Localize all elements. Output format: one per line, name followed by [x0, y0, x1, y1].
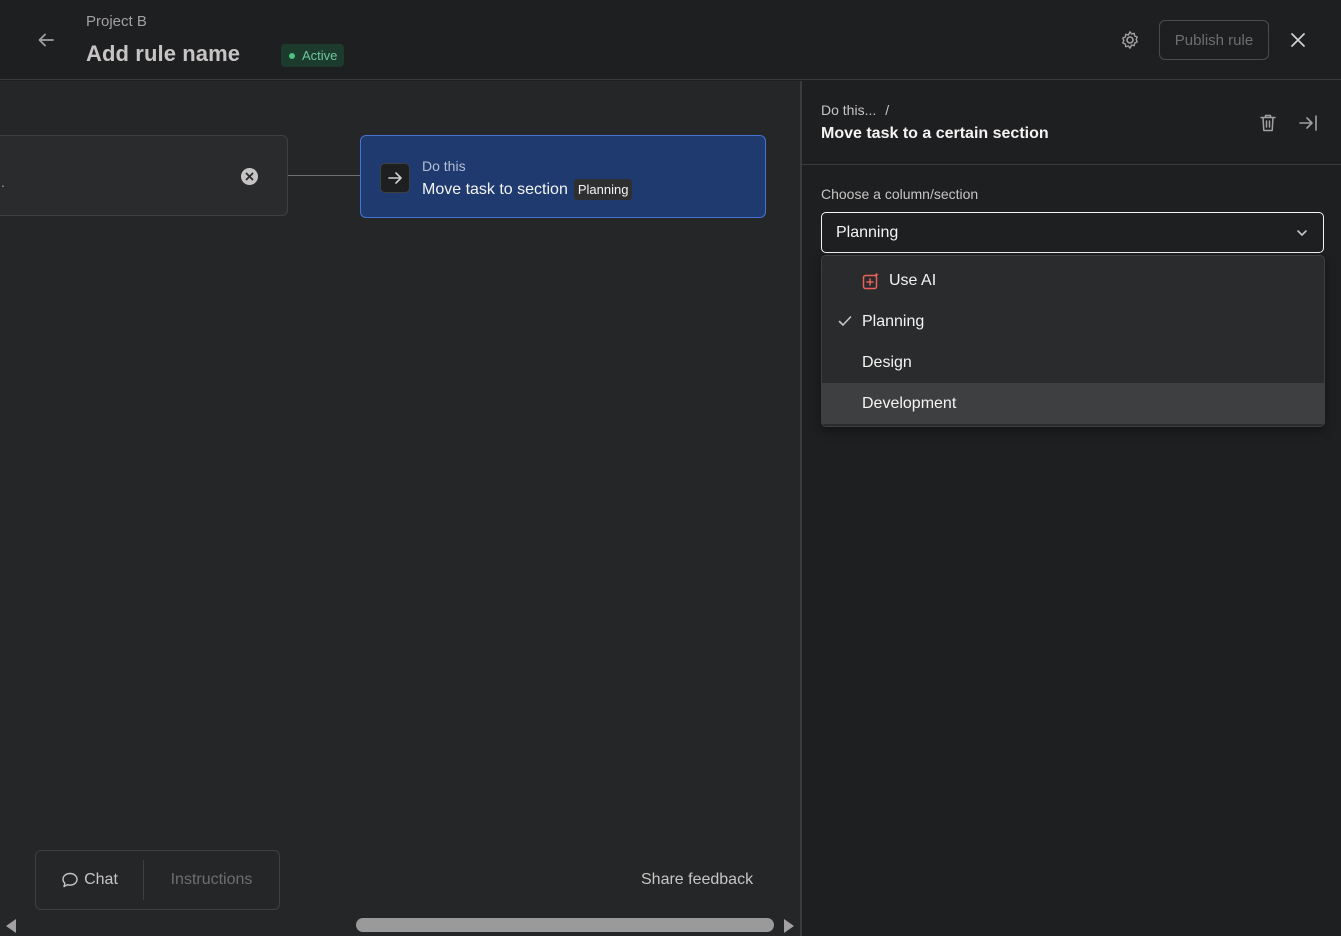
field-label: Choose a column/section: [821, 186, 979, 202]
chevron-down-icon: [1294, 225, 1310, 241]
option-label: Design: [862, 353, 912, 371]
publish-rule-button[interactable]: Publish rule: [1159, 20, 1269, 60]
status-label: Active: [302, 48, 338, 63]
status-badge: Active: [281, 44, 345, 67]
action-text: Move task to section Planning: [422, 179, 633, 200]
close-icon: [1291, 33, 1305, 47]
action-card[interactable]: Do this Move task to section Planning: [360, 135, 766, 218]
clear-x-icon: [245, 172, 254, 181]
gear-icon: [1122, 31, 1138, 49]
close-button[interactable]: [1284, 26, 1312, 54]
action-label: Do this: [422, 158, 466, 174]
option-use-ai[interactable]: Use AI: [822, 260, 1324, 301]
option-development[interactable]: Development: [822, 383, 1324, 424]
tab-chat[interactable]: Chat: [36, 860, 144, 900]
option-planning[interactable]: Planning: [822, 301, 1324, 342]
status-dot-icon: [289, 52, 295, 59]
scroll-thumb[interactable]: [356, 918, 774, 932]
option-label: Planning: [862, 312, 925, 330]
trigger-card[interactable]: .: [0, 135, 288, 216]
scroll-left-arrow-icon[interactable]: [6, 919, 16, 933]
project-name: Project B: [86, 13, 147, 30]
panel-title: Move task to a certain section: [821, 125, 1049, 142]
horizontal-scrollbar[interactable]: [0, 915, 800, 936]
section-chip: Planning: [573, 179, 633, 200]
option-design[interactable]: Design: [822, 342, 1324, 383]
header: Project B Add rule name Active Publish r…: [0, 0, 1341, 80]
panel-header: Do this... / Move task to a certain sect…: [802, 81, 1341, 165]
chat-instructions-tabs: Chat Instructions: [35, 850, 280, 910]
section-dropdown-menu: Use AI Planning Design Development: [821, 255, 1325, 427]
breadcrumb-separator: /: [885, 102, 890, 118]
back-arrow-icon: [38, 33, 54, 47]
delete-button[interactable]: [1256, 111, 1280, 135]
connector-line: [288, 175, 360, 176]
ai-sparkle-icon: [862, 272, 880, 290]
option-label: Use AI: [889, 271, 937, 289]
action-description: Move task to section: [422, 180, 568, 198]
tab-instructions[interactable]: Instructions: [144, 860, 279, 900]
chat-bubble-icon: [62, 872, 78, 888]
section-select[interactable]: Planning: [821, 212, 1324, 253]
action-icon-box: [380, 163, 410, 193]
arrow-right-icon: [388, 172, 402, 184]
breadcrumb-item[interactable]: Do this...: [821, 102, 876, 118]
rule-canvas[interactable]: . Do this Move task to section Planning …: [0, 81, 800, 936]
collapse-right-icon: [1299, 115, 1317, 131]
scroll-right-arrow-icon[interactable]: [784, 919, 794, 933]
settings-button[interactable]: [1117, 27, 1143, 53]
option-label: Development: [862, 394, 957, 412]
clear-trigger-button[interactable]: [241, 168, 258, 185]
trigger-text: .: [1, 174, 5, 190]
tab-chat-label: Chat: [84, 871, 118, 888]
share-feedback-link[interactable]: Share feedback: [641, 871, 753, 889]
back-button[interactable]: [32, 26, 60, 54]
breadcrumb: Do this... /: [821, 102, 889, 118]
collapse-panel-button[interactable]: [1296, 111, 1320, 135]
checkmark-icon: [837, 313, 853, 329]
rule-name-input[interactable]: Add rule name: [86, 41, 240, 67]
section-select-value: Planning: [836, 223, 899, 241]
action-details-panel: Do this... / Move task to a certain sect…: [800, 81, 1341, 936]
trash-icon: [1260, 114, 1276, 132]
